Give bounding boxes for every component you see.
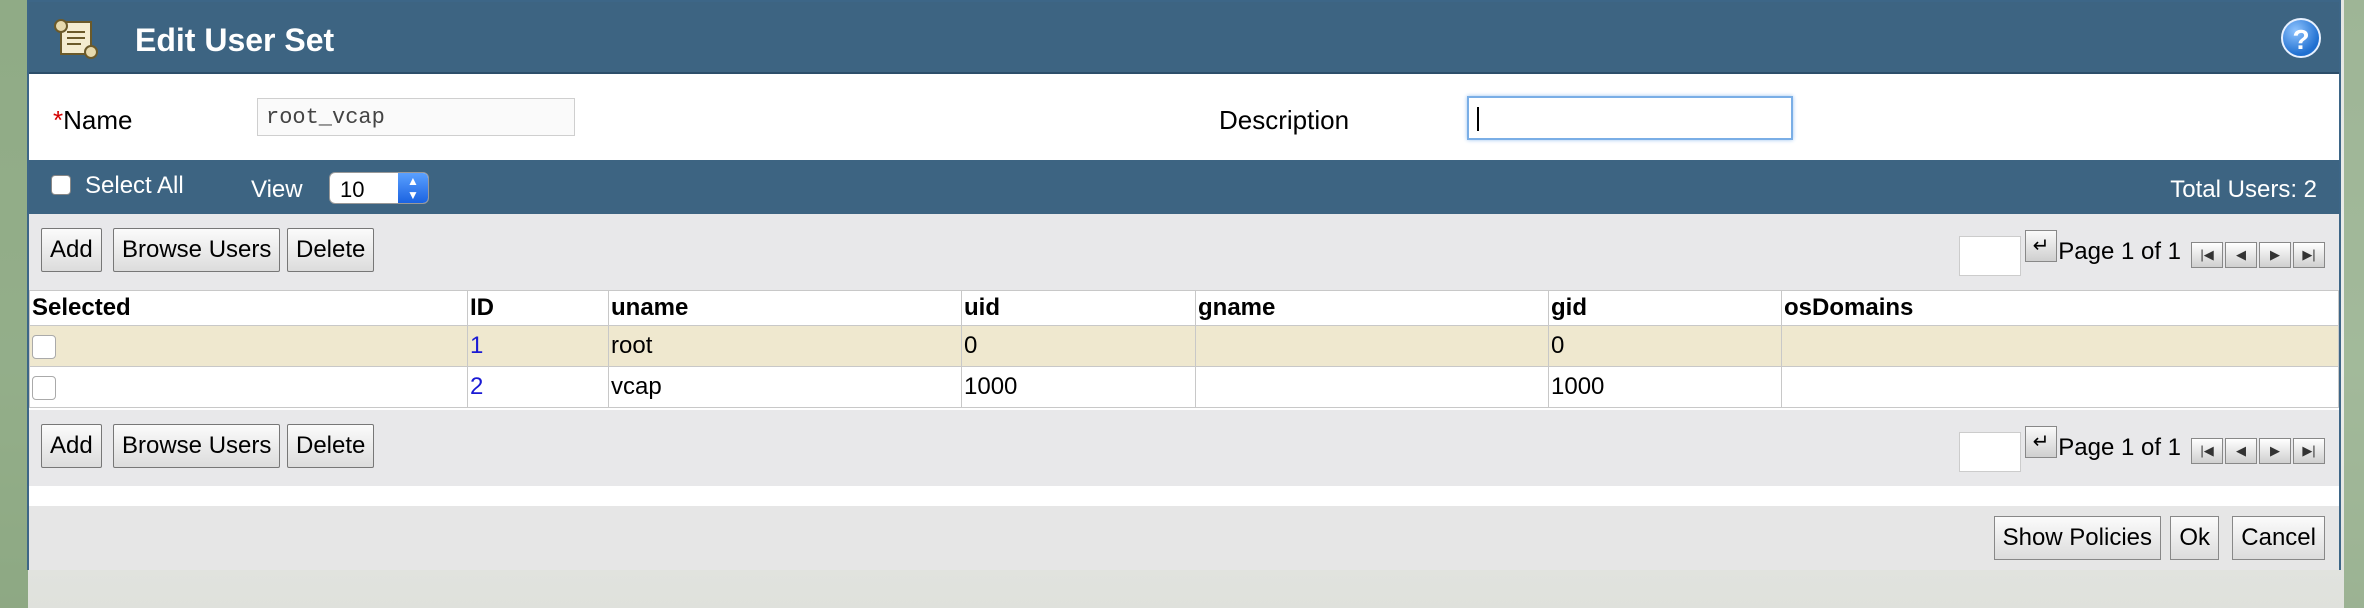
previous-page-icon[interactable]: ◀ <box>2225 438 2257 464</box>
name-label-text: Name <box>63 105 133 135</box>
id-cell: 1 <box>467 325 609 367</box>
delete-button[interactable]: Delete <box>287 424 375 468</box>
text-caret <box>1477 107 1479 131</box>
column-header-selected[interactable]: Selected <box>29 290 468 326</box>
next-page-icon[interactable]: ▶ <box>2259 242 2291 268</box>
osdomains-cell <box>1781 325 2339 367</box>
delete-button[interactable]: Delete <box>287 228 375 272</box>
add-button[interactable]: Add <box>41 228 102 272</box>
go-to-page-icon[interactable]: ↵ <box>2025 230 2057 262</box>
first-page-icon[interactable]: |◀ <box>2191 242 2223 268</box>
browse-users-button[interactable]: Browse Users <box>113 228 281 272</box>
column-header-gname[interactable]: gname <box>1195 290 1549 326</box>
next-page-icon[interactable]: ▶ <box>2259 438 2291 464</box>
cancel-button[interactable]: Cancel <box>2232 516 2325 560</box>
show-policies-button[interactable]: Show Policies <box>1993 516 2161 560</box>
user-id-link[interactable]: 1 <box>470 332 483 359</box>
table-row[interactable]: 1 root 0 0 <box>29 325 2339 367</box>
background-left-edge <box>0 0 28 608</box>
id-cell: 2 <box>467 366 609 408</box>
pager-nav: |◀ ◀ ▶ ▶| <box>2191 242 2327 268</box>
dialog-footer: Show Policies Ok Cancel <box>29 506 2339 570</box>
gid-cell: 0 <box>1548 325 1782 367</box>
column-header-id[interactable]: ID <box>467 290 609 326</box>
scroll-icon <box>54 19 98 59</box>
add-button[interactable]: Add <box>41 424 102 468</box>
dialog-title: Edit User Set <box>135 22 335 58</box>
page-indicator: Page 1 of 1 <box>2058 238 2181 265</box>
row-select-checkbox[interactable] <box>32 334 56 359</box>
dialog-titlebar: Edit User Set ? <box>29 2 2339 74</box>
column-header-uname[interactable]: uname <box>608 290 962 326</box>
top-button-bar: Add Browse Users Delete ↵ Page 1 of 1 |◀… <box>29 214 2339 290</box>
column-header-gid[interactable]: gid <box>1548 290 1782 326</box>
bottom-button-bar: Add Browse Users Delete ↵ Page 1 of 1 |◀… <box>29 410 2339 486</box>
row-select-checkbox[interactable] <box>32 375 56 400</box>
users-table: Selected ID uname uid gname gid osDomain… <box>29 290 2339 408</box>
first-page-icon[interactable]: |◀ <box>2191 438 2223 464</box>
pager-nav: |◀ ◀ ▶ ▶| <box>2191 438 2327 464</box>
total-users-count: Total Users: 2 <box>2170 176 2317 203</box>
row-select-cell <box>29 366 468 408</box>
browse-users-button[interactable]: Browse Users <box>113 424 281 468</box>
edit-user-set-dialog: Edit User Set ? *Name root_vcap Descript… <box>27 0 2341 570</box>
background-right-edge <box>2344 0 2364 608</box>
uid-cell: 0 <box>961 325 1196 367</box>
view-count-select[interactable]: 10 ▲ ▼ <box>329 172 429 204</box>
gname-cell <box>1195 325 1549 367</box>
page-indicator: Page 1 of 1 <box>2058 434 2181 461</box>
osdomains-cell <box>1781 366 2339 408</box>
description-field[interactable] <box>1467 96 1793 140</box>
select-arrows-icon: ▲ ▼ <box>398 173 428 203</box>
uid-cell: 1000 <box>961 366 1196 408</box>
uname-cell: root <box>608 325 962 367</box>
name-field[interactable]: root_vcap <box>257 98 575 136</box>
table-header-row: Selected ID uname uid gname gid osDomain… <box>29 290 2339 326</box>
view-count-value: 10 <box>340 177 365 202</box>
go-to-page-icon[interactable]: ↵ <box>2025 426 2057 458</box>
table-row[interactable]: 2 vcap 1000 1000 <box>29 366 2339 408</box>
uname-cell: vcap <box>608 366 962 408</box>
view-label: View <box>251 176 303 203</box>
page-number-input[interactable] <box>1959 236 2021 276</box>
select-all-checkbox[interactable] <box>51 175 71 195</box>
gname-cell <box>1195 366 1549 408</box>
column-header-uid[interactable]: uid <box>961 290 1196 326</box>
description-label: Description <box>1219 105 1350 135</box>
previous-page-icon[interactable]: ◀ <box>2225 242 2257 268</box>
gid-cell: 1000 <box>1548 366 1782 408</box>
last-page-icon[interactable]: ▶| <box>2293 438 2325 464</box>
list-toolbar: Select All View 10 ▲ ▼ Total Users: 2 <box>29 160 2339 214</box>
column-header-osdomains[interactable]: osDomains <box>1781 290 2339 326</box>
page-number-input[interactable] <box>1959 432 2021 472</box>
name-description-row: *Name root_vcap Description <box>29 74 2339 160</box>
ok-button[interactable]: Ok <box>2170 516 2219 560</box>
help-icon[interactable]: ? <box>2281 18 2321 58</box>
required-marker: * <box>53 105 64 135</box>
row-select-cell <box>29 325 468 367</box>
name-label: *Name <box>53 105 132 136</box>
user-id-link[interactable]: 2 <box>470 373 483 400</box>
last-page-icon[interactable]: ▶| <box>2293 242 2325 268</box>
select-all-label: Select All <box>85 172 184 199</box>
